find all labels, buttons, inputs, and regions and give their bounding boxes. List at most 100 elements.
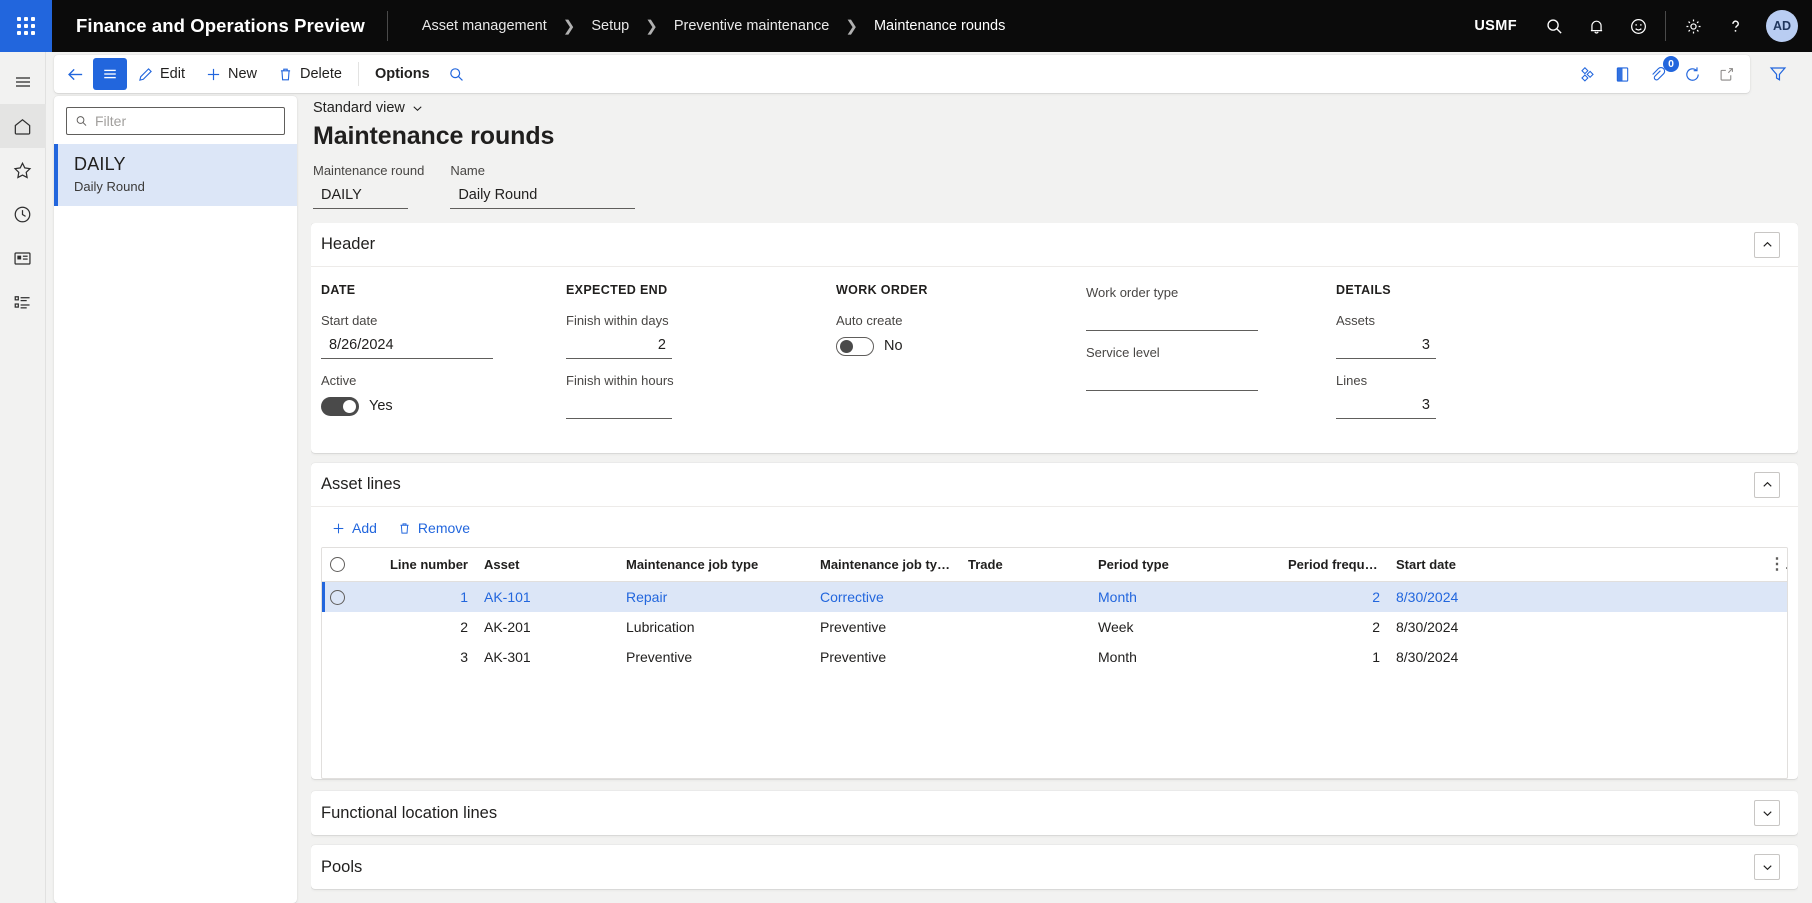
functional-location-lines-expand-button[interactable] (1754, 800, 1780, 826)
filter-box[interactable] (66, 107, 285, 135)
cell-start-date[interactable]: 8/30/2024 (1388, 581, 1761, 612)
cell-job-type-variant[interactable]: Preventive (812, 642, 960, 672)
view-selector[interactable]: Standard view (311, 96, 424, 118)
auto-create-toggle[interactable] (836, 336, 874, 356)
open-in-new-window-icon[interactable] (1710, 58, 1744, 90)
cell-job-type[interactable]: Repair (618, 581, 812, 612)
pools-expand-button[interactable] (1754, 854, 1780, 880)
remove-line-button[interactable]: Remove (389, 515, 478, 541)
cell-asset[interactable]: AK-201 (476, 612, 618, 642)
asset-lines-grid[interactable]: Line number Asset Maintenance job type M… (321, 547, 1788, 779)
filter-funnel-icon[interactable] (1758, 55, 1798, 93)
table-row[interactable]: 2 AK-201 Lubrication Preventive Week 2 8… (322, 612, 1787, 642)
refresh-icon[interactable] (1675, 58, 1710, 90)
cell-asset[interactable]: AK-301 (476, 642, 618, 672)
breadcrumb-item-asset-management[interactable]: Asset management (416, 16, 553, 36)
header-section-collapse-button[interactable] (1754, 231, 1780, 258)
cell-period-type[interactable]: Month (1090, 642, 1280, 672)
finish-within-days-input[interactable] (566, 333, 672, 359)
app-launcher-button[interactable] (0, 0, 52, 52)
column-options-button[interactable]: ⋮ (1761, 548, 1787, 582)
show-hide-navigation-button[interactable] (93, 58, 127, 90)
row-select-cell[interactable] (322, 612, 370, 642)
cell-period-type[interactable]: Month (1090, 581, 1280, 612)
help-icon[interactable] (1714, 0, 1756, 52)
new-button[interactable]: New (195, 58, 267, 90)
row-radio[interactable] (330, 589, 345, 605)
search-icon[interactable] (440, 58, 473, 90)
avatar[interactable]: AD (1766, 10, 1798, 42)
col-line-number[interactable]: Line number (370, 548, 476, 582)
favorites-star-icon[interactable] (0, 148, 46, 192)
col-asset[interactable]: Asset (476, 548, 618, 582)
list-item[interactable]: DAILY Daily Round (54, 144, 297, 206)
cell-asset[interactable]: AK-101 (476, 581, 618, 612)
breadcrumb-item-preventive-maintenance[interactable]: Preventive maintenance (668, 16, 836, 36)
active-toggle[interactable] (321, 396, 359, 416)
cell-period-frequency[interactable]: 1 (1280, 642, 1388, 672)
row-select-cell[interactable] (322, 581, 370, 612)
company-selector[interactable]: USMF (1458, 18, 1533, 34)
workspaces-icon[interactable] (0, 236, 46, 280)
cell-job-type[interactable]: Preventive (618, 642, 812, 672)
asset-lines-collapse-button[interactable] (1754, 471, 1780, 498)
cell-job-type-variant[interactable]: Corrective (812, 581, 960, 612)
cell-period-type[interactable]: Week (1090, 612, 1280, 642)
action-pane-right-group: 0 (1570, 56, 1744, 90)
finish-within-hours-input[interactable] (566, 393, 672, 419)
modules-list-icon[interactable] (0, 280, 46, 324)
delete-button[interactable]: Delete (267, 58, 352, 90)
options-button[interactable]: Options (365, 58, 440, 90)
table-row[interactable]: 1 AK-101 Repair Corrective Month 2 8/30/… (322, 581, 1787, 612)
notifications-icon[interactable] (1575, 0, 1617, 52)
col-maintenance-job-type[interactable]: Maintenance job type (618, 548, 812, 582)
cell-start-date[interactable]: 8/30/2024 (1388, 612, 1761, 642)
lines-input[interactable] (1336, 393, 1436, 419)
cell-trade[interactable] (960, 581, 1090, 612)
functional-location-lines-section[interactable]: Functional location lines (311, 791, 1798, 835)
cell-period-frequency[interactable]: 2 (1280, 612, 1388, 642)
power-automate-icon[interactable] (1570, 58, 1605, 90)
cell-period-frequency[interactable]: 2 (1280, 581, 1388, 612)
select-all-radio[interactable] (330, 557, 345, 572)
select-all-header[interactable] (322, 548, 370, 582)
feedback-icon[interactable] (1617, 0, 1659, 52)
name-input[interactable] (450, 183, 636, 209)
table-row[interactable]: 3 AK-301 Preventive Preventive Month 1 8… (322, 642, 1787, 672)
assets-label: Assets (1336, 313, 1376, 328)
col-trade[interactable]: Trade (960, 548, 1090, 582)
cell-job-type-variant[interactable]: Preventive (812, 612, 960, 642)
cell-trade[interactable] (960, 612, 1090, 642)
maintenance-round-input[interactable] (313, 183, 408, 209)
sidebar-item-home[interactable] (0, 104, 46, 148)
breadcrumb-item-setup[interactable]: Setup (585, 16, 635, 36)
hamburger-menu-icon[interactable] (0, 60, 46, 104)
assets-input[interactable] (1336, 333, 1436, 359)
col-maintenance-job-type-variant[interactable]: Maintenance job type vari... (812, 548, 960, 582)
search-icon[interactable] (1533, 0, 1575, 52)
attachments-button[interactable]: 0 (1640, 56, 1679, 90)
settings-gear-icon[interactable] (1672, 0, 1714, 52)
sections-scroll-area[interactable]: Header DATE Start date 8/26/2024 Active … (311, 223, 1798, 903)
cell-job-type[interactable]: Lubrication (618, 612, 812, 642)
active-field: Active Yes (321, 373, 566, 419)
back-arrow-icon[interactable] (58, 58, 93, 90)
col-start-date[interactable]: Start date (1388, 548, 1761, 582)
filter-input[interactable] (95, 113, 276, 129)
edit-button[interactable]: Edit (127, 58, 195, 90)
row-select-cell[interactable] (322, 642, 370, 672)
breadcrumb-item-maintenance-rounds[interactable]: Maintenance rounds (868, 16, 1011, 36)
add-line-button[interactable]: Add (323, 515, 385, 541)
recent-clock-icon[interactable] (0, 192, 46, 236)
col-period-type[interactable]: Period type (1090, 548, 1280, 582)
action-bar-row: Edit New Delete Options 0 (46, 52, 1812, 96)
cell-line-number: 1 (370, 581, 476, 612)
service-level-input[interactable] (1086, 365, 1258, 391)
cell-start-date[interactable]: 8/30/2024 (1388, 642, 1761, 672)
start-date-input[interactable] (321, 333, 493, 359)
office-apps-icon[interactable] (1605, 58, 1640, 90)
work-order-type-input[interactable] (1086, 305, 1258, 331)
col-period-frequency[interactable]: Period frequen... (1280, 548, 1388, 582)
cell-trade[interactable] (960, 642, 1090, 672)
pools-section[interactable]: Pools (311, 845, 1798, 889)
